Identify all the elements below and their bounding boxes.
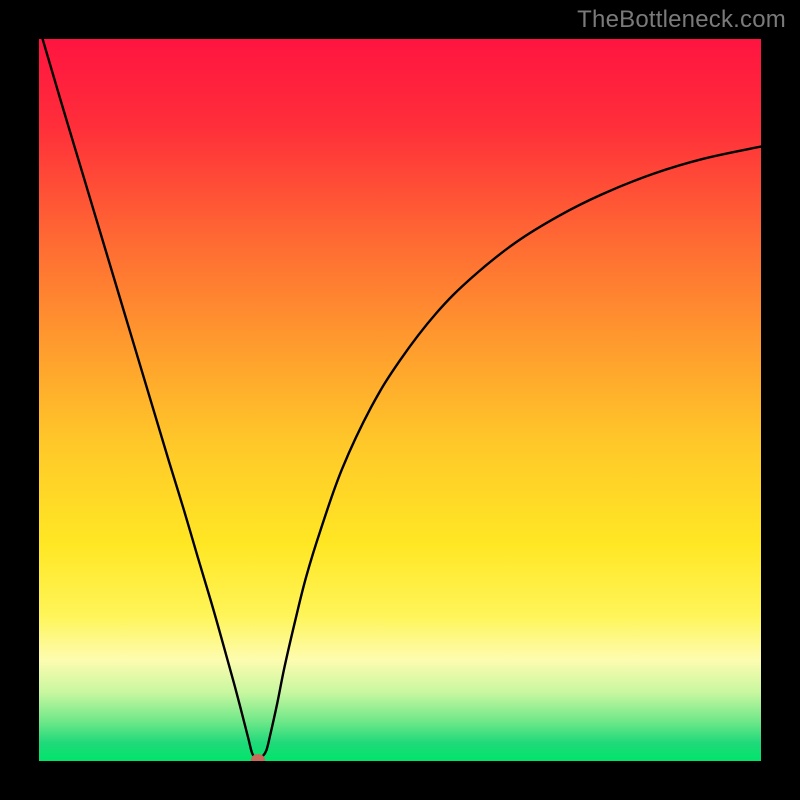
- plot-area: [39, 39, 761, 761]
- curve-layer: [39, 39, 761, 761]
- watermark-text: TheBottleneck.com: [577, 6, 786, 34]
- chart-frame: TheBottleneck.com: [0, 0, 800, 800]
- optimum-marker: [251, 754, 265, 761]
- bottleneck-curve: [43, 39, 761, 758]
